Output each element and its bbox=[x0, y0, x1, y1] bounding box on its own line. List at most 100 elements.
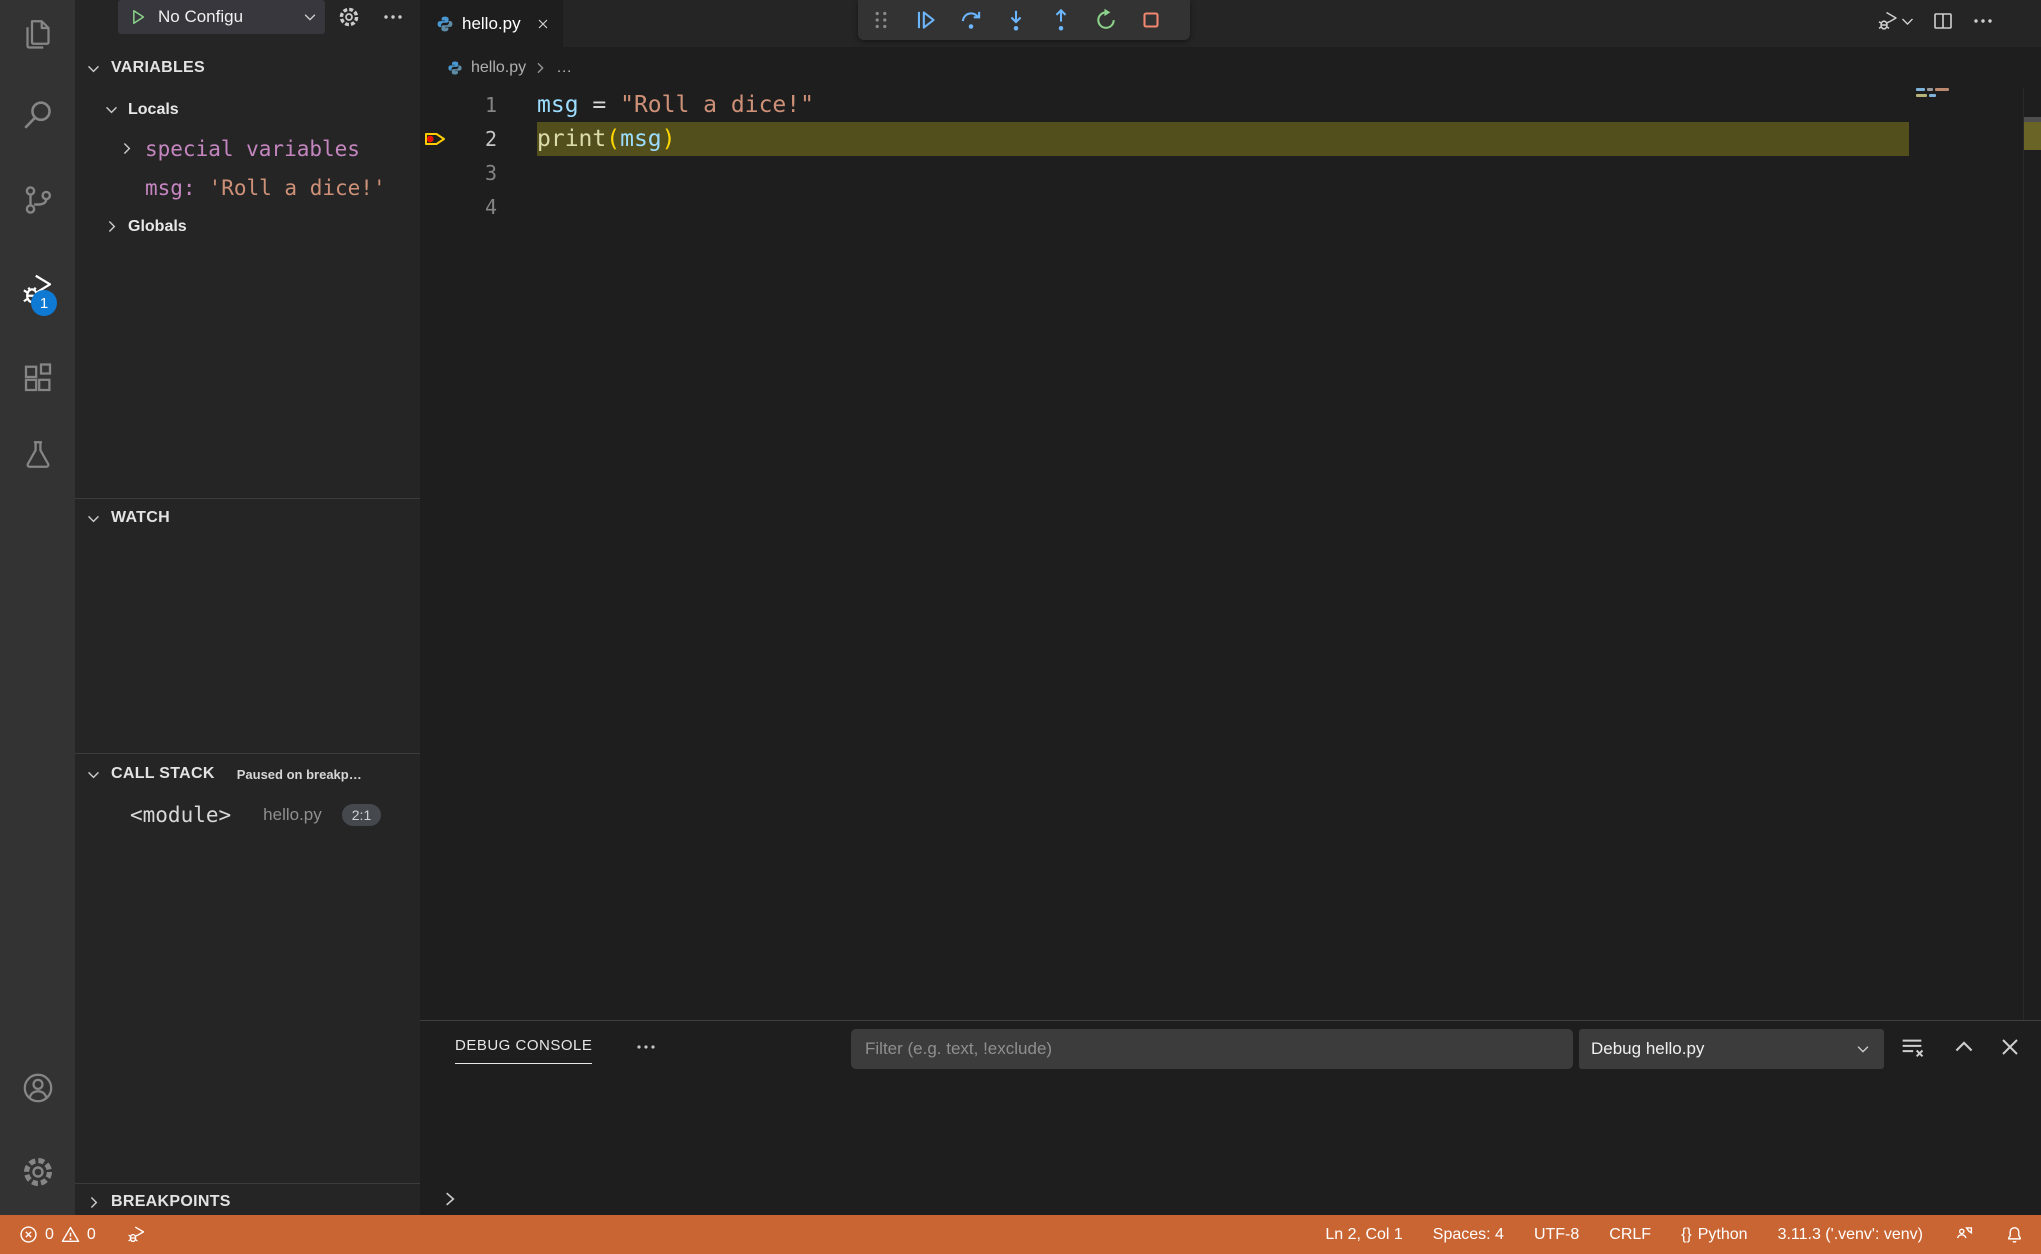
configure-gear-icon[interactable] bbox=[337, 5, 361, 29]
run-python-file-button[interactable] bbox=[1876, 8, 1915, 34]
globals-label: Globals bbox=[128, 217, 187, 235]
chevron-down-icon bbox=[304, 14, 316, 21]
locals-label: Locals bbox=[128, 100, 179, 118]
tab-debug-console[interactable]: DEBUG CONSOLE bbox=[455, 1037, 593, 1064]
problems-button[interactable]: 0 0 bbox=[18, 1224, 96, 1245]
language-mode[interactable]: {} Python bbox=[1681, 1226, 1748, 1244]
panel-more-icon[interactable] bbox=[634, 1035, 658, 1059]
console-filter-input[interactable] bbox=[851, 1029, 1573, 1069]
call-stack-section-header[interactable]: CALL STACK Paused on breakp… bbox=[75, 758, 420, 790]
split-editor-button[interactable] bbox=[1931, 8, 1955, 34]
launch-config-dropdown[interactable]: No Configu bbox=[118, 0, 325, 34]
error-icon bbox=[20, 1226, 37, 1243]
code-line: 4 bbox=[420, 190, 2041, 224]
watch-title: WATCH bbox=[111, 509, 170, 526]
line-number: 2 bbox=[484, 127, 497, 151]
line-number: 3 bbox=[484, 161, 497, 185]
chevron-right-icon bbox=[108, 221, 116, 232]
code-line: 1 msg = "Roll a dice!" bbox=[420, 88, 2041, 122]
variable-msg-row[interactable]: msg: 'Roll a dice!' bbox=[75, 168, 420, 207]
special-variables-label: special variables bbox=[145, 136, 360, 161]
tab-hello-py[interactable]: hello.py bbox=[420, 0, 563, 47]
current-line-ruler-mark bbox=[2024, 122, 2041, 150]
start-debug-icon[interactable] bbox=[128, 7, 148, 27]
continue-icon[interactable] bbox=[913, 7, 939, 33]
variables-section-header[interactable]: VARIABLES bbox=[75, 52, 420, 84]
chevron-down-icon bbox=[88, 65, 99, 72]
section-divider bbox=[75, 753, 420, 754]
debug-sidebar-header: No Configu bbox=[75, 0, 420, 47]
status-bar: 0 0 Ln 2, Col 1 Spaces: 4 UTF-8 CRLF {} … bbox=[0, 1215, 2041, 1254]
breadcrumb-file[interactable]: hello.py bbox=[471, 59, 526, 77]
python-interpreter[interactable]: 3.11.3 ('.venv': venv) bbox=[1778, 1226, 1923, 1244]
debug-session-select[interactable]: Debug hello.py bbox=[1579, 1029, 1884, 1069]
section-divider bbox=[75, 498, 420, 499]
watch-section-header[interactable]: WATCH bbox=[75, 502, 420, 534]
chevron-down-icon bbox=[106, 106, 117, 114]
restart-icon[interactable] bbox=[1093, 7, 1119, 33]
debug-run-icon bbox=[1878, 11, 1897, 30]
variable-value: 'Roll a dice!' bbox=[208, 175, 386, 200]
run-and-debug-icon[interactable]: 2:1 1 bbox=[0, 258, 75, 322]
breadcrumb-symbol[interactable]: … bbox=[556, 59, 572, 77]
source-control-icon[interactable] bbox=[0, 168, 75, 232]
clear-console-icon[interactable] bbox=[1898, 1033, 1926, 1061]
overview-ruler[interactable] bbox=[2023, 88, 2041, 1020]
toolbar-drag-grip[interactable] bbox=[868, 7, 894, 33]
encoding[interactable]: UTF-8 bbox=[1534, 1226, 1579, 1244]
status-bar-left: 0 0 bbox=[18, 1224, 147, 1245]
globals-row[interactable]: Globals bbox=[75, 207, 420, 246]
feedback-button[interactable] bbox=[1953, 1224, 1974, 1245]
language-label: Python bbox=[1697, 1225, 1748, 1243]
extensions-icon[interactable] bbox=[0, 346, 75, 410]
search-icon[interactable] bbox=[0, 83, 75, 147]
python-icon bbox=[437, 16, 453, 31]
views-more-icon[interactable] bbox=[381, 5, 405, 29]
frame-position-badge: 2:1 bbox=[341, 803, 382, 826]
notifications-button[interactable] bbox=[2004, 1224, 2025, 1245]
python-icon bbox=[448, 60, 462, 75]
warning-count: 0 bbox=[86, 1225, 96, 1243]
debug-toolbar bbox=[858, 0, 1190, 40]
close-panel-icon[interactable] bbox=[1996, 1033, 2024, 1061]
debug-session-label: Debug hello.py bbox=[1591, 1039, 1705, 1058]
step-over-icon[interactable] bbox=[958, 7, 984, 33]
feedback-icon bbox=[1956, 1227, 1973, 1239]
maximize-panel-icon[interactable] bbox=[1950, 1033, 1978, 1061]
locals-row[interactable]: Locals bbox=[75, 90, 420, 129]
stop-icon[interactable] bbox=[1138, 7, 1164, 33]
eol-sequence[interactable]: CRLF bbox=[1609, 1226, 1651, 1244]
editor-more-actions-button[interactable] bbox=[1971, 8, 1995, 34]
tab-label: hello.py bbox=[462, 13, 521, 33]
code-editor[interactable]: 1 msg = "Roll a dice!" 2 print(msg) 3 4 bbox=[420, 88, 2041, 1020]
split-editor-icon bbox=[1934, 13, 1952, 29]
debug-sidebar: No Configu VARIABLES Locals special vari… bbox=[75, 0, 420, 1215]
minimap-mark bbox=[1916, 88, 1925, 91]
testing-icon[interactable] bbox=[0, 423, 75, 487]
editor-actions bbox=[1876, 8, 1995, 34]
step-out-icon[interactable] bbox=[1048, 7, 1074, 33]
chevron-down-icon bbox=[88, 771, 99, 778]
step-into-icon[interactable] bbox=[1003, 7, 1029, 33]
close-icon[interactable] bbox=[535, 16, 551, 32]
activity-bar: 2:1 1 bbox=[0, 0, 75, 1215]
debug-status-button[interactable] bbox=[126, 1224, 147, 1245]
breakpoints-section-header[interactable]: BREAKPOINTS bbox=[75, 1186, 420, 1218]
stack-frame-row[interactable]: <module> hello.py 2:1 bbox=[75, 795, 420, 834]
ellipsis-icon bbox=[1974, 19, 1992, 23]
indentation[interactable]: Spaces: 4 bbox=[1433, 1226, 1504, 1244]
braces-icon: {} bbox=[1681, 1225, 1692, 1243]
minimap[interactable] bbox=[1910, 88, 2023, 1020]
explorer-icon[interactable] bbox=[0, 2, 75, 66]
chevron-right-icon bbox=[537, 62, 544, 73]
settings-gear-icon[interactable] bbox=[0, 1140, 75, 1204]
debug-status-icon bbox=[128, 1226, 144, 1243]
special-variables-row[interactable]: special variables bbox=[75, 129, 420, 168]
cursor-position[interactable]: Ln 2, Col 1 bbox=[1325, 1226, 1402, 1244]
chevron-down-icon[interactable] bbox=[1900, 14, 1915, 29]
warning-icon bbox=[61, 1226, 80, 1243]
accounts-icon[interactable] bbox=[0, 1056, 75, 1120]
editor-area: hello.py hello.py … 1 msg = "Roll a dice… bbox=[420, 0, 2041, 1215]
error-count: 0 bbox=[45, 1225, 54, 1243]
repl-prompt-icon[interactable] bbox=[440, 1189, 460, 1209]
